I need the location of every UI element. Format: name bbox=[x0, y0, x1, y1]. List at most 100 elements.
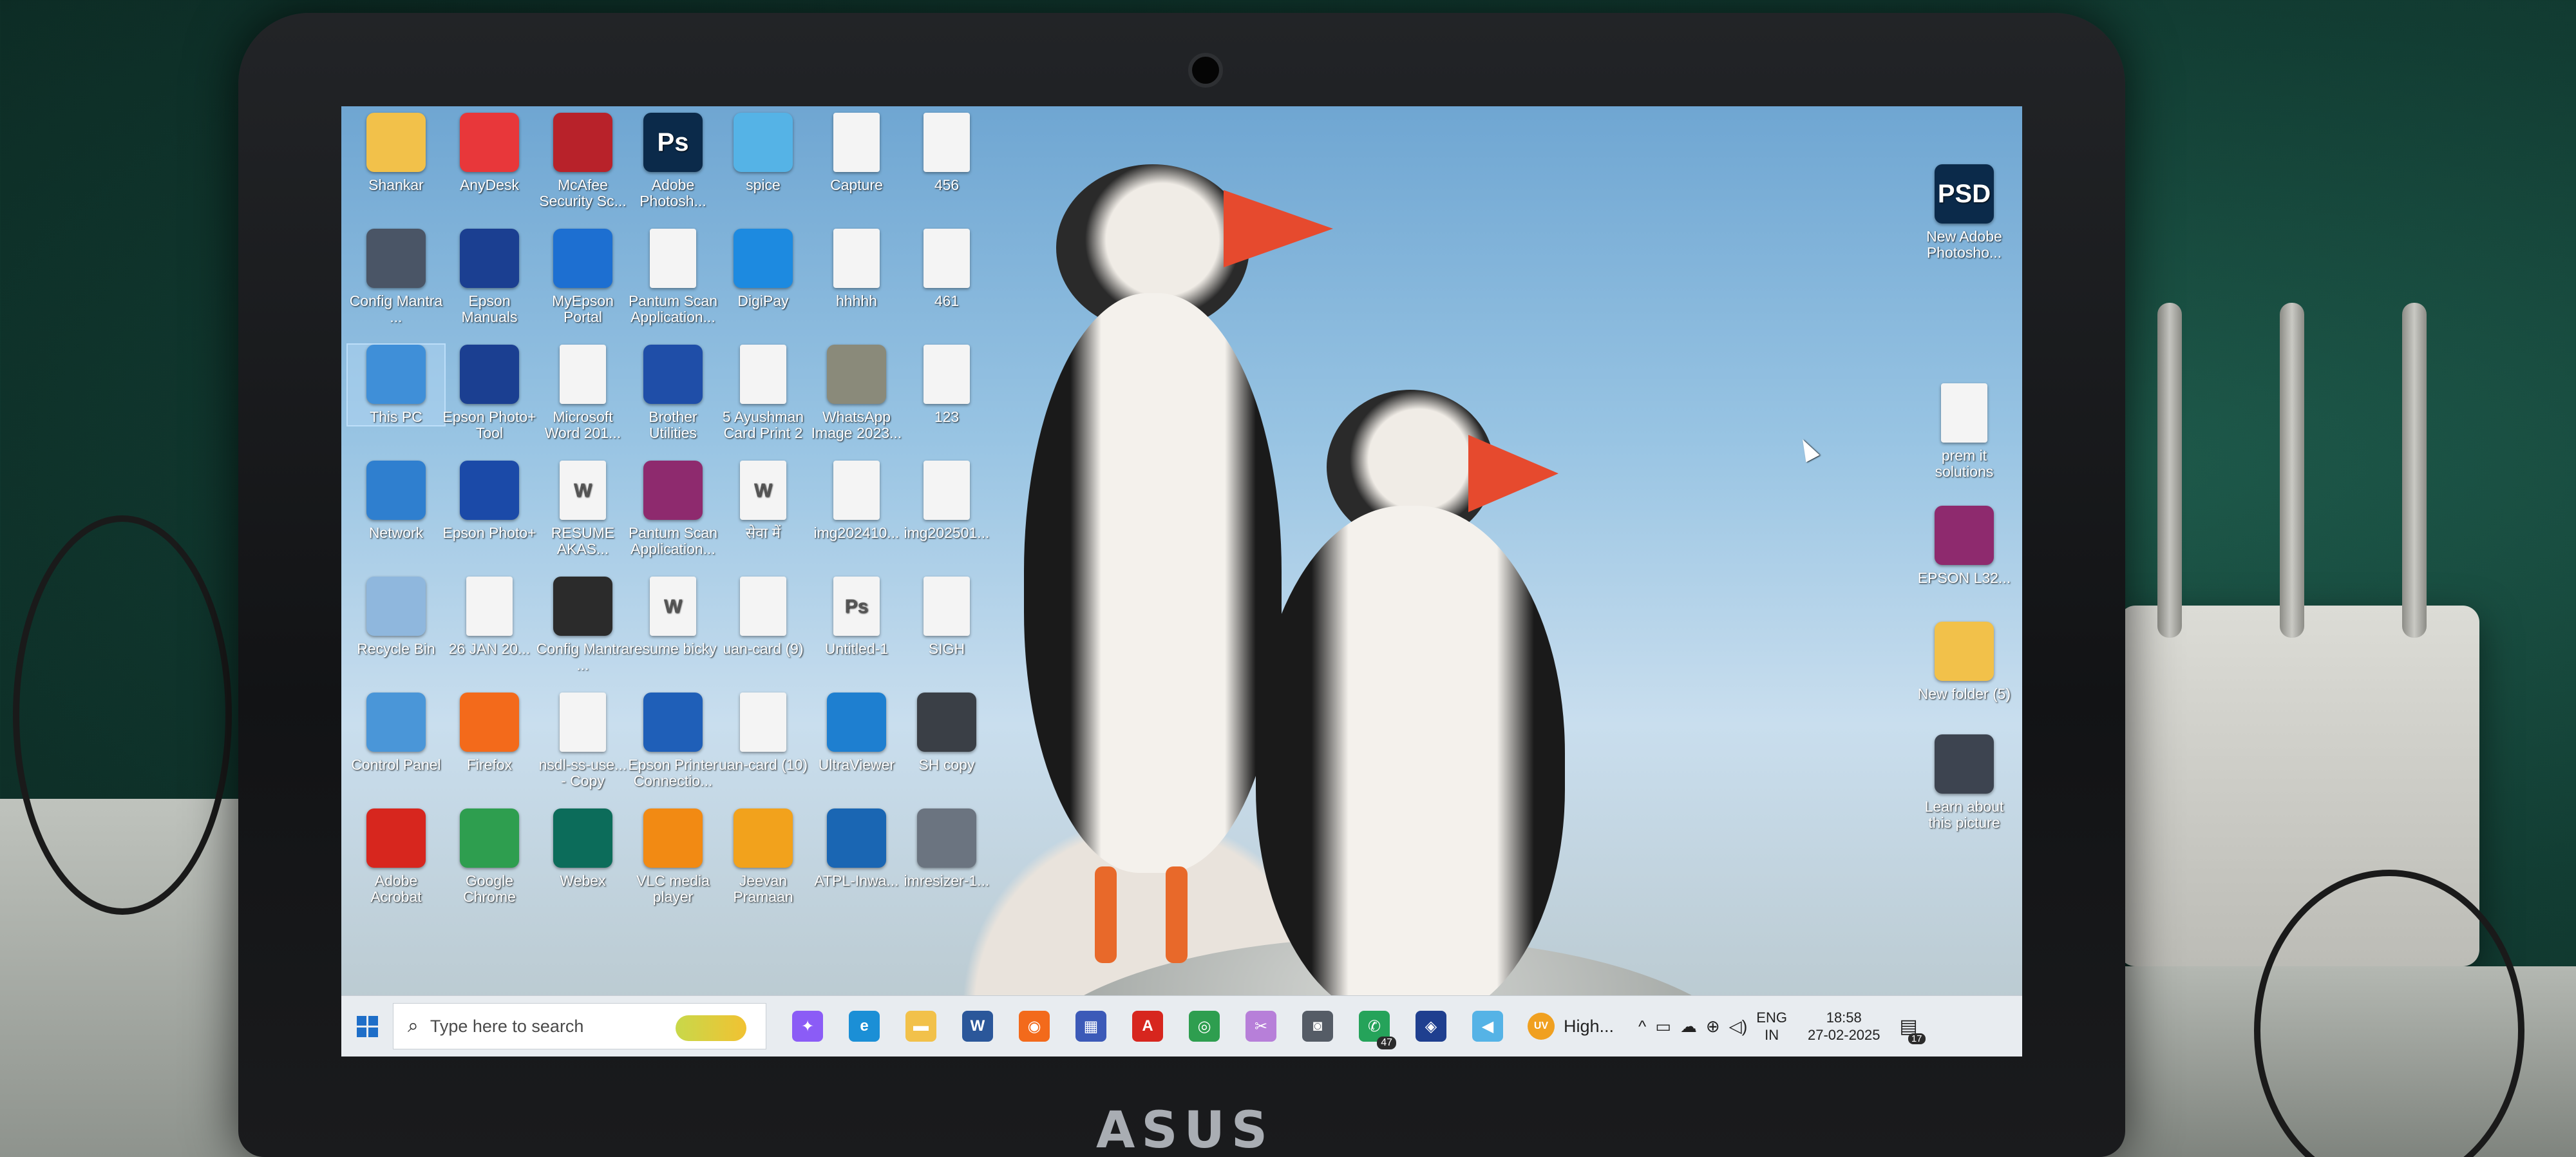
taskbar-search-box[interactable]: ⌕ Type here to search bbox=[393, 1003, 766, 1049]
desktop-icon-label: uan-card (9) bbox=[723, 640, 804, 657]
desktop-icon[interactable]: img202501... bbox=[898, 461, 995, 541]
desktop-icon-label: EPSON L32... bbox=[1917, 569, 2011, 586]
desktop-icon[interactable]: UltraViewer bbox=[808, 693, 905, 773]
desktop-icon[interactable]: Epson Manuals bbox=[441, 229, 538, 325]
desktop-icon-label: Network bbox=[368, 524, 424, 541]
atpl-icon bbox=[827, 808, 886, 868]
language-code: ENG bbox=[1756, 1009, 1787, 1026]
desktop-icon[interactable]: 456 bbox=[898, 113, 995, 193]
desktop-icon[interactable]: McAfee Security Sc... bbox=[535, 113, 631, 209]
desktop-icon[interactable]: Firefox bbox=[441, 693, 538, 773]
desktop-icon[interactable]: nsdl-ss-use... - Copy bbox=[535, 693, 631, 789]
weather-widget[interactable]: UV High... bbox=[1516, 996, 1625, 1057]
notification-center-button[interactable]: ▤ 17 bbox=[1889, 1015, 1928, 1044]
clock[interactable]: 18:58 27-02-2025 bbox=[1808, 1009, 1880, 1044]
desktop-icon[interactable]: hhhhh bbox=[808, 229, 905, 309]
desktop-icon[interactable]: New folder (5) bbox=[1916, 622, 2012, 702]
desktop-icon[interactable]: ATPL-Inwa... bbox=[808, 808, 905, 889]
desktop-icon-label: Adobe Photosh... bbox=[639, 177, 706, 209]
tray-overflow-chevron-icon[interactable]: ^ bbox=[1638, 1017, 1646, 1037]
search-icon: ⌕ bbox=[408, 1015, 419, 1037]
desktop-icon[interactable]: uan-card (10) bbox=[715, 693, 811, 773]
desktop-icon[interactable]: uan-card (9) bbox=[715, 577, 811, 657]
desktop-icon[interactable]: VLC media player bbox=[625, 808, 721, 905]
desktop-icon[interactable]: Config Mantra ... bbox=[535, 577, 631, 673]
taskbar-app-whatsapp[interactable]: ✆ 47 bbox=[1346, 996, 1403, 1057]
desktop-icon[interactable]: 123 bbox=[898, 345, 995, 425]
document-icon bbox=[650, 229, 696, 288]
desktop-icon-label: Google Chrome bbox=[463, 872, 516, 905]
taskbar-app-snipping[interactable]: ✂ bbox=[1233, 996, 1289, 1057]
desktop-icon[interactable]: Capture bbox=[808, 113, 905, 193]
desktop-icon[interactable]: Pantum Scan Application... bbox=[625, 461, 721, 557]
taskbar-app-firefox[interactable]: ◉ bbox=[1006, 996, 1063, 1057]
input-language[interactable]: ENG IN bbox=[1756, 1009, 1787, 1044]
taskbar-app-file-explorer[interactable]: ▬ bbox=[893, 996, 949, 1057]
desktop-icon-label: Jeevan Pramaan bbox=[733, 872, 793, 905]
desktop-icon[interactable]: Ps Untitled-1 bbox=[808, 577, 905, 657]
desktop-icon[interactable]: Recycle Bin bbox=[348, 577, 444, 657]
taskbar-app-copilot[interactable]: ✦ bbox=[779, 996, 836, 1057]
taskbar-app-acrobat[interactable]: A bbox=[1119, 996, 1176, 1057]
desktop-icon[interactable]: Epson Photo+ Tool bbox=[441, 345, 538, 441]
desktop-icon[interactable]: AnyDesk bbox=[441, 113, 538, 193]
tray-cloud-icon[interactable]: ☁ bbox=[1680, 1017, 1697, 1037]
desktop-icon[interactable]: Control Panel bbox=[348, 693, 444, 773]
desktop-icon[interactable]: Brother Utilities bbox=[625, 345, 721, 441]
desktop-icon-label: VLC media player bbox=[636, 872, 710, 905]
tray-network-icon[interactable]: ⊕ bbox=[1706, 1017, 1720, 1037]
desktop-icon[interactable]: W सेवा में bbox=[715, 461, 811, 541]
pdf-document-icon bbox=[466, 577, 513, 636]
desktop-icon[interactable]: 461 bbox=[898, 229, 995, 309]
taskbar-app-store[interactable]: ▦ bbox=[1063, 996, 1119, 1057]
desktop-icon[interactable]: Config Mantra ... bbox=[348, 229, 444, 325]
desktop-icon[interactable]: spice bbox=[715, 113, 811, 193]
desktop-icon[interactable]: Adobe Acrobat bbox=[348, 808, 444, 905]
digipay-icon bbox=[734, 229, 793, 288]
desktop-icon[interactable]: Wresume bicky bbox=[625, 577, 721, 657]
desktop-icon[interactable]: img202410... bbox=[808, 461, 905, 541]
desktop-icon-label: Untitled-1 bbox=[824, 640, 889, 657]
tray-camera-icon[interactable]: ▭ bbox=[1655, 1017, 1671, 1037]
search-placeholder: Type here to search bbox=[430, 1016, 584, 1036]
desktop-icon[interactable]: Epson Photo+ bbox=[441, 461, 538, 541]
desktop-icon[interactable]: This PC bbox=[346, 343, 446, 426]
desktop-icon[interactable]: Learn about this picture bbox=[1916, 734, 2012, 831]
taskbar-app-flutter[interactable]: ◀ bbox=[1459, 996, 1516, 1057]
desktop-icon[interactable]: WhatsApp Image 2023... bbox=[808, 345, 905, 441]
desktop-icon[interactable]: Google Chrome bbox=[441, 808, 538, 905]
desktop-icon[interactable]: DigiPay bbox=[715, 229, 811, 309]
desktop-icon[interactable]: Shankar bbox=[348, 113, 444, 193]
desktop-icon[interactable]: Pantum Scan Application... bbox=[625, 229, 721, 325]
taskbar-app-epson[interactable]: ◈ bbox=[1403, 996, 1459, 1057]
desktop-icon[interactable]: MyEpson Portal bbox=[535, 229, 631, 325]
desktop-icon[interactable]: PSD New Adobe Photosho... bbox=[1916, 164, 2012, 261]
jeevan-pramaan-icon bbox=[734, 808, 793, 868]
desktop-icon[interactable]: imresizer-1... bbox=[898, 808, 995, 889]
desktop-icon[interactable]: Jeevan Pramaan bbox=[715, 808, 811, 905]
desktop-icon[interactable]: Ps Adobe Photosh... bbox=[625, 113, 721, 209]
taskbar-app-word[interactable]: W bbox=[949, 996, 1006, 1057]
taskbar-app-camera[interactable]: ◙ bbox=[1289, 996, 1346, 1057]
desktop-icon[interactable]: SIGH bbox=[898, 577, 995, 657]
start-button[interactable] bbox=[341, 996, 393, 1057]
desktop-icon[interactable]: Microsoft Word 201... bbox=[535, 345, 631, 441]
desktop-icon-label: Capture bbox=[830, 177, 883, 193]
desktop-icon-label: सेवा में bbox=[745, 524, 781, 541]
photo-person-icon bbox=[917, 693, 976, 752]
tray-volume-icon[interactable]: ◁) bbox=[1729, 1017, 1748, 1037]
desktop-icon[interactable]: 5 Ayushman Card Print 2 bbox=[715, 345, 811, 441]
desktop-icon[interactable]: EPSON L32... bbox=[1916, 506, 2012, 586]
desktop-icon[interactable]: W RESUME AKAS... bbox=[535, 461, 631, 557]
desktop-icon-label: resume bicky bbox=[629, 640, 717, 657]
desktop-icon[interactable]: Network bbox=[348, 461, 444, 541]
desktop-icon[interactable]: prem it solutions bbox=[1916, 383, 2012, 480]
taskbar-app-chrome[interactable]: ◎ bbox=[1176, 996, 1233, 1057]
desktop-icon-label: hhhhh bbox=[836, 292, 877, 309]
chrome-icon bbox=[460, 808, 519, 868]
taskbar-app-edge[interactable]: e bbox=[836, 996, 893, 1057]
desktop-icon[interactable]: Epson Printer Connectio... bbox=[625, 693, 721, 789]
desktop-icon[interactable]: 26 JAN 20... bbox=[441, 577, 538, 657]
desktop-icon[interactable]: Webex bbox=[535, 808, 631, 889]
desktop-icon[interactable]: SH copy bbox=[898, 693, 995, 773]
